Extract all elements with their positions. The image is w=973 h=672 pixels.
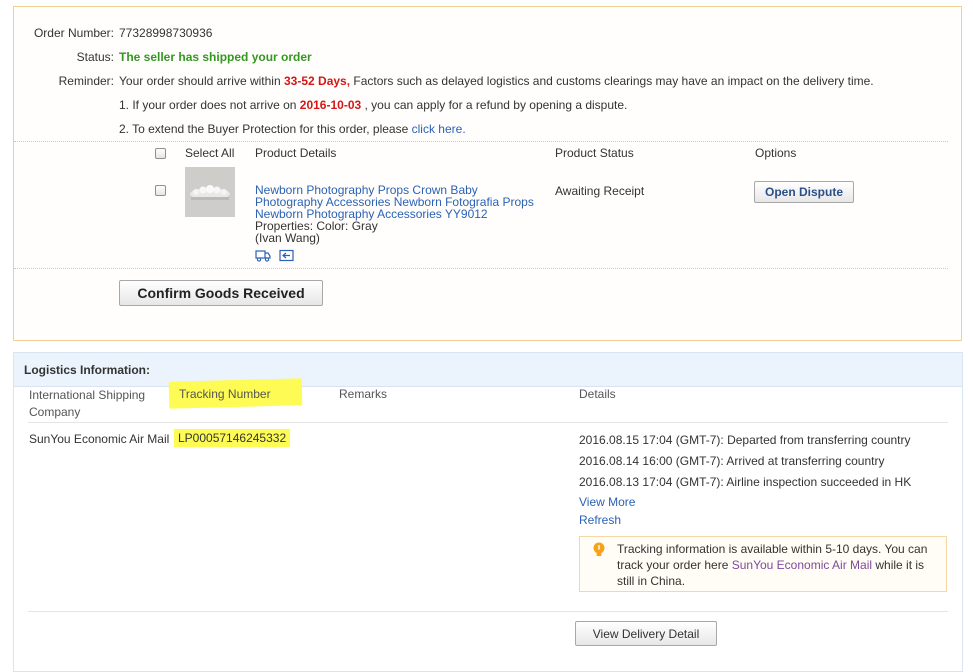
tracking-info-notice: Tracking information is available within… (579, 536, 947, 592)
product-seller: (Ivan Wang) (255, 231, 320, 245)
note1-date: 2016-10-03 (299, 98, 362, 112)
col-company-line1: International Shipping (29, 388, 146, 402)
view-delivery-detail-button[interactable]: View Delivery Detail (575, 621, 717, 646)
col-remarks: Remarks (339, 387, 388, 401)
product-checkbox[interactable] (155, 185, 166, 196)
status-value: The seller has shipped your order (119, 50, 312, 64)
product-status: Awaiting Receipt (555, 184, 645, 198)
divider (28, 422, 948, 423)
tracking-event: 2016.08.15 17:04 (GMT-7): Departed from … (579, 433, 911, 447)
reminder-text: Your order should arrive within 33-52 Da… (119, 74, 874, 88)
shipping-company: SunYou Economic Air Mail (29, 432, 170, 446)
open-dispute-button[interactable]: Open Dispute (754, 181, 854, 203)
note-protection: 2. To extend the Buyer Protection for th… (119, 122, 466, 136)
col-company-line2: Company (29, 405, 81, 419)
shipping-truck-icon[interactable] (255, 249, 271, 262)
reminder-label: Reminder: (58, 74, 114, 88)
note2-pre: 2. To extend the Buyer Protection for th… (119, 122, 409, 136)
logistics-header: Logistics Information: (14, 353, 962, 387)
lightbulb-icon (593, 542, 605, 556)
divider (14, 141, 948, 142)
reminder-post: Factors such as delayed logistics and cu… (353, 74, 874, 88)
carrier-tracking-link[interactable]: SunYou Economic Air Mail (732, 558, 872, 572)
info-line3: still in China. (617, 574, 686, 588)
tracking-number: LP00057146245332 (174, 429, 291, 447)
reminder-pre: Your order should arrive within (119, 74, 281, 88)
refresh-link[interactable]: Refresh (579, 513, 621, 527)
note1-post: , you can apply for a refund by opening … (364, 98, 628, 112)
col-details: Details (579, 387, 616, 401)
note1-pre: 1. If your order does not arrive on (119, 98, 297, 112)
reminder-days: 33-52 Days, (284, 74, 351, 88)
tracking-info-text: Tracking information is available within… (617, 541, 927, 589)
order-panel: Order Number: 77328998730936 Status: The… (13, 6, 962, 341)
product-details: Newborn Photography Props Crown Baby Pho… (255, 184, 550, 244)
info-line2-pre: track your order here (617, 558, 729, 572)
tracking-event: 2016.08.13 17:04 (GMT-7): Airline inspec… (579, 475, 912, 489)
col-product-status: Product Status (555, 146, 634, 160)
product-thumbnail[interactable] (185, 167, 235, 217)
logistics-panel: Logistics Information: International Shi… (13, 352, 963, 672)
col-options: Options (755, 146, 797, 160)
order-number-label: Order Number: (33, 26, 114, 40)
crown-image-icon (185, 167, 235, 217)
logistics-title: Logistics Information: (24, 363, 150, 377)
note-refund: 1. If your order does not arrive on 2016… (119, 98, 627, 112)
status-label: Status: (76, 50, 114, 64)
col-product-details: Product Details (255, 146, 337, 160)
extend-protection-link[interactable]: click here. (412, 122, 466, 136)
divider (14, 268, 948, 269)
product-title-link[interactable]: Newborn Photography Props Crown Baby Pho… (255, 184, 550, 220)
snapshot-icon[interactable] (279, 249, 294, 262)
col-shipping-company: International Shipping Company (29, 387, 145, 421)
info-line2-post: while it is (875, 558, 925, 572)
info-line1: Tracking information is available within… (617, 542, 928, 556)
col-tracking-number: Tracking Number (179, 387, 271, 401)
view-more-link[interactable]: View More (579, 495, 635, 509)
order-number-value: 77328998730936 (119, 26, 213, 40)
select-all-label: Select All (185, 146, 235, 160)
confirm-goods-received-button[interactable]: Confirm Goods Received (119, 280, 323, 306)
divider (28, 611, 948, 612)
select-all-checkbox[interactable] (155, 148, 166, 159)
tracking-event: 2016.08.14 16:00 (GMT-7): Arrived at tra… (579, 454, 885, 468)
